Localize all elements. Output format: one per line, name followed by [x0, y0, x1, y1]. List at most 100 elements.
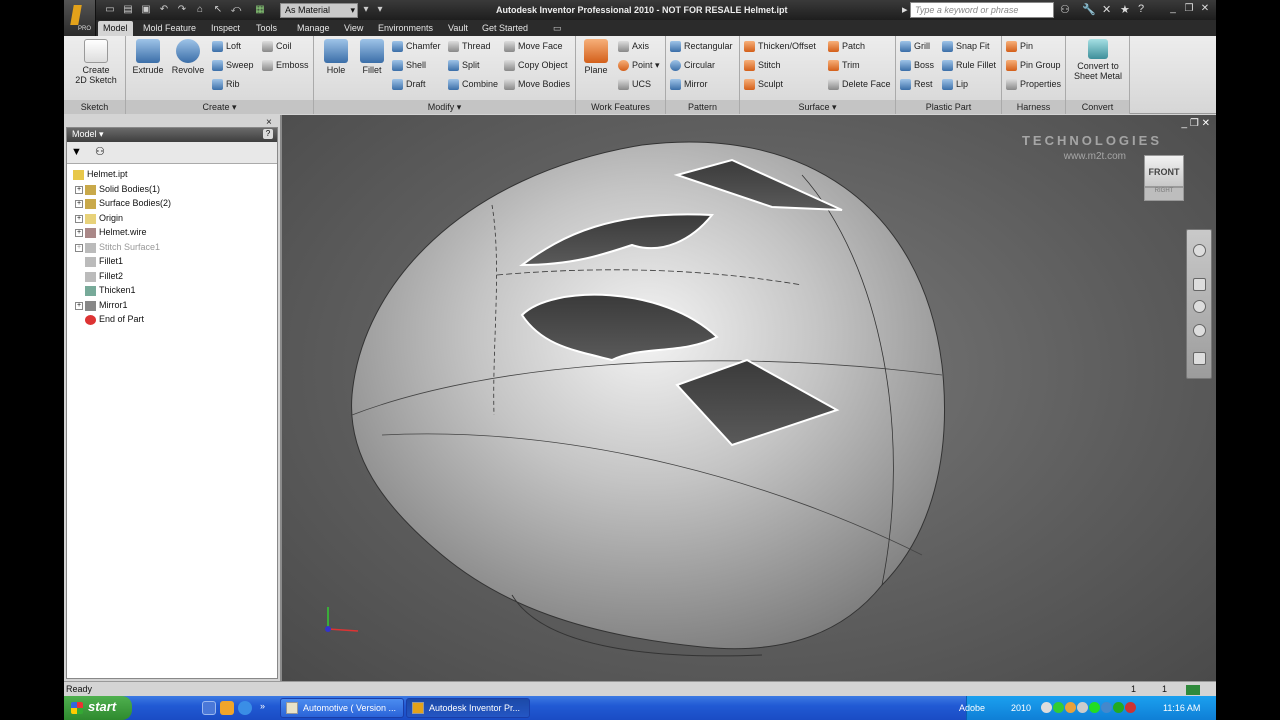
expand-icon[interactable]: + — [75, 200, 83, 208]
circular-pattern-button[interactable]: Circular — [670, 60, 715, 75]
stitch-button[interactable]: Stitch — [744, 60, 781, 75]
sweep-button[interactable]: Sweep — [212, 60, 254, 75]
tray-bluetooth-icon[interactable] — [1101, 702, 1112, 713]
app-logo[interactable]: PRO — [64, 0, 96, 36]
close-icon[interactable]: ✕ — [1198, 3, 1212, 16]
task-automotive[interactable]: Automotive ( Version ... — [280, 698, 404, 718]
patch-button[interactable]: Patch — [828, 41, 865, 56]
convert-sheet-metal-button[interactable]: Convert to Sheet Metal — [1072, 39, 1124, 81]
tab-get-started[interactable]: Get Started — [477, 21, 533, 36]
select-icon[interactable]: ↖ — [212, 4, 224, 16]
tree-item[interactable]: + Mirror1 — [71, 299, 275, 314]
viewcube[interactable]: FRONT RIGHT — [1144, 155, 1186, 203]
emboss-button[interactable]: Emboss — [262, 60, 309, 75]
minimize-icon[interactable]: _ — [1166, 3, 1180, 16]
combine-button[interactable]: Combine — [448, 79, 498, 94]
tree-item[interactable]: Helmet.ipt — [71, 168, 275, 183]
new-icon[interactable]: ▭ — [104, 4, 116, 16]
tree-item[interactable]: End of Part — [71, 313, 275, 328]
save-icon[interactable]: ▣ — [140, 4, 152, 16]
customize-qat-icon[interactable]: ▾ — [374, 4, 386, 16]
binoculars-icon[interactable]: ⚇ — [1060, 3, 1070, 16]
expand-icon[interactable]: + — [75, 301, 83, 310]
tree-item[interactable]: + Helmet.wire — [71, 226, 275, 241]
tab-tools[interactable]: Tools — [251, 21, 282, 36]
graphics-viewport[interactable]: _ ❐ ✕ TECHNOLOGIES www.m2t.com FRONT RIG… — [280, 115, 1216, 681]
extrude-button[interactable]: Extrude — [126, 39, 170, 75]
lip-button[interactable]: Lip — [942, 79, 968, 94]
filter-icon[interactable]: ▼ — [71, 146, 82, 158]
quicklaunch-expand-icon[interactable]: » — [260, 701, 265, 711]
favorites-icon[interactable]: ★ — [1120, 3, 1130, 16]
rectangular-pattern-button[interactable]: Rectangular — [670, 41, 733, 56]
move-bodies-button[interactable]: Move Bodies — [504, 79, 570, 94]
tab-mold-feature[interactable]: Mold Feature — [138, 21, 201, 36]
tab-manage[interactable]: Manage — [292, 21, 335, 36]
look-at-icon[interactable] — [1193, 352, 1206, 365]
expand-icon[interactable]: + — [75, 214, 83, 223]
draft-button[interactable]: Draft — [392, 79, 426, 94]
viewport-window-controls[interactable]: _ ❐ ✕ — [1182, 118, 1210, 129]
browser-header[interactable]: Model ▾ ? — [67, 128, 277, 142]
fillet-button[interactable]: Fillet — [350, 39, 394, 75]
tray-network-icon[interactable] — [1053, 702, 1064, 713]
internet-explorer-icon[interactable] — [238, 701, 252, 715]
ucs-button[interactable]: UCS — [618, 79, 651, 94]
open-icon[interactable]: ▤ — [122, 4, 134, 16]
tray-expand-icon[interactable] — [1041, 702, 1052, 713]
mirror-button[interactable]: Mirror — [670, 79, 708, 94]
tab-environments[interactable]: Environments — [373, 21, 438, 36]
orbit-icon[interactable] — [1193, 324, 1206, 337]
tree-item[interactable]: Fillet2 — [71, 270, 275, 285]
tree-item[interactable]: Fillet1 — [71, 255, 275, 270]
tray-messenger-icon[interactable] — [1089, 702, 1100, 713]
return-icon[interactable]: ⤺ — [230, 4, 242, 16]
undo-icon[interactable]: ↶ — [158, 4, 170, 16]
loft-button[interactable]: Loft — [212, 41, 241, 56]
home-icon[interactable]: ⌂ — [194, 4, 206, 16]
material-dropdown[interactable]: As Material ▾ — [280, 3, 358, 18]
subscription-icon[interactable]: 🔧 — [1082, 3, 1096, 16]
redo-icon[interactable]: ↷ — [176, 4, 188, 16]
delete-face-button[interactable]: Delete Face — [828, 79, 891, 94]
panel-label-surface[interactable]: Surface ▾ — [740, 100, 895, 114]
coil-button[interactable]: Coil — [262, 41, 292, 56]
steering-wheel-icon[interactable] — [1193, 244, 1206, 257]
thicken-offset-button[interactable]: Thicken/Offset — [744, 41, 816, 56]
tab-vault[interactable]: Vault — [443, 21, 473, 36]
tree-item[interactable]: + Surface Bodies(2) — [71, 197, 275, 212]
move-face-button[interactable]: Move Face — [504, 41, 563, 56]
rib-button[interactable]: Rib — [212, 79, 240, 94]
tray-wireless-icon[interactable] — [1113, 702, 1124, 713]
find-binoculars-icon[interactable]: ⚇ — [95, 145, 105, 158]
tab-model[interactable]: Model — [98, 21, 133, 36]
quicklaunch-app-icon[interactable] — [220, 701, 234, 715]
revolve-button[interactable]: Revolve — [166, 39, 210, 75]
search-input[interactable]: Type a keyword or phrase — [910, 2, 1054, 18]
zoom-icon[interactable] — [1193, 300, 1206, 313]
update-icon[interactable]: ▦ — [254, 4, 266, 16]
panel-label-create[interactable]: Create ▾ — [126, 100, 313, 114]
trim-button[interactable]: Trim — [828, 60, 860, 75]
viewcube-bottom-face[interactable]: RIGHT — [1144, 187, 1184, 201]
restore-icon[interactable]: ❐ — [1182, 3, 1196, 16]
expand-icon[interactable]: + — [75, 185, 83, 194]
rest-button[interactable]: Rest — [900, 79, 933, 94]
rule-fillet-button[interactable]: Rule Fillet — [942, 60, 996, 75]
axis-button[interactable]: Axis — [618, 41, 649, 56]
dropdown-arrow-icon[interactable]: ▾ — [360, 4, 372, 16]
harness-properties-button[interactable]: Properties — [1006, 79, 1061, 94]
tab-inspect[interactable]: Inspect — [206, 21, 245, 36]
tree-item[interactable]: Thicken1 — [71, 284, 275, 299]
point-button[interactable]: Point ▾ — [618, 60, 660, 75]
tree-item[interactable]: + Stitch Surface1 — [71, 241, 275, 256]
pan-hand-icon[interactable] — [1193, 278, 1206, 291]
panel-label-modify[interactable]: Modify ▾ — [314, 100, 575, 114]
show-desktop-icon[interactable] — [202, 701, 216, 715]
expand-icon[interactable]: + — [75, 229, 83, 237]
snap-fit-button[interactable]: Snap Fit — [942, 41, 990, 56]
start-button[interactable]: start — [64, 696, 132, 720]
pin-group-button[interactable]: Pin Group — [1006, 60, 1061, 75]
viewcube-front-face[interactable]: FRONT — [1144, 155, 1184, 187]
communication-icon[interactable]: ✕ — [1102, 3, 1111, 16]
